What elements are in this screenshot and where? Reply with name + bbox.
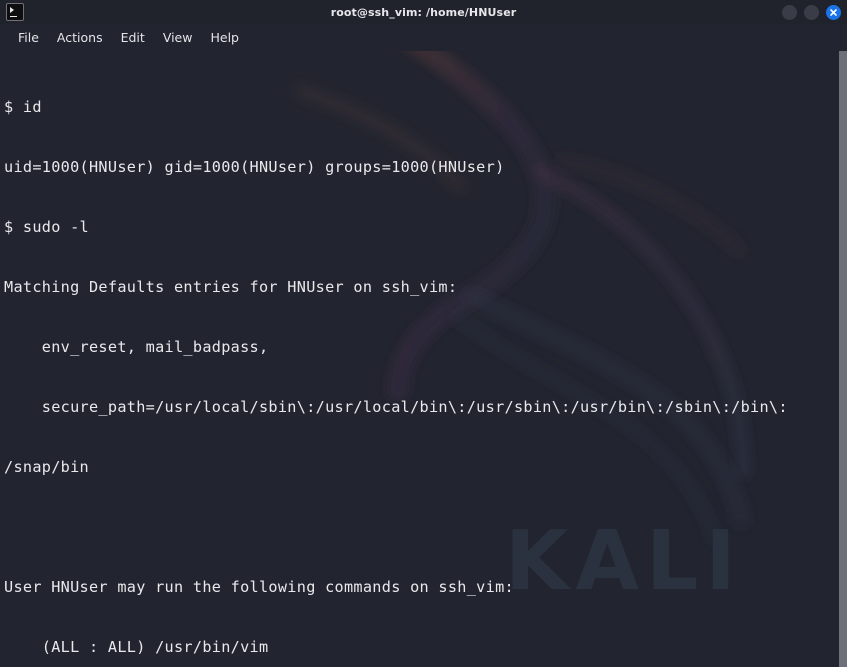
- close-icon: [830, 8, 837, 16]
- terminal-icon: [6, 3, 24, 21]
- window-controls: [782, 0, 841, 24]
- terminal-window: root@ssh_vim: /home/HNUser File Actions …: [0, 0, 847, 667]
- scrollbar-thumb[interactable]: [839, 51, 847, 667]
- title-bar[interactable]: root@ssh_vim: /home/HNUser: [0, 0, 847, 24]
- terminal-line: (ALL : ALL) /usr/bin/vim: [4, 638, 269, 656]
- terminal-line: User HNUser may run the following comman…: [4, 578, 514, 596]
- terminal-text: $ id uid=1000(HNUser) gid=1000(HNUser) g…: [0, 51, 847, 667]
- menu-item-view[interactable]: View: [154, 28, 202, 48]
- menu-bar: File Actions Edit View Help: [0, 24, 847, 51]
- minimize-button[interactable]: [782, 4, 797, 20]
- terminal-line: uid=1000(HNUser) gid=1000(HNUser) groups…: [4, 158, 505, 176]
- menu-item-help[interactable]: Help: [201, 28, 248, 48]
- terminal-line: env_reset, mail_badpass,: [4, 338, 269, 356]
- menu-item-edit[interactable]: Edit: [112, 28, 154, 48]
- window-title: root@ssh_vim: /home/HNUser: [330, 5, 517, 19]
- terminal-line: secure_path=/usr/local/sbin\:/usr/local/…: [4, 398, 788, 416]
- terminal-output-area[interactable]: KALI $ id uid=1000(HNUser) gid=1000(HNUs…: [0, 51, 847, 667]
- menu-item-file[interactable]: File: [9, 28, 48, 48]
- terminal-line: $ id: [4, 98, 42, 116]
- terminal-line: /snap/bin: [4, 458, 89, 476]
- terminal-line: $ sudo -l: [4, 218, 89, 236]
- vertical-scrollbar[interactable]: [838, 51, 847, 667]
- terminal-line: Matching Defaults entries for HNUser on …: [4, 278, 458, 296]
- close-button[interactable]: [826, 4, 841, 20]
- menu-item-actions[interactable]: Actions: [48, 28, 112, 48]
- maximize-button[interactable]: [804, 4, 819, 20]
